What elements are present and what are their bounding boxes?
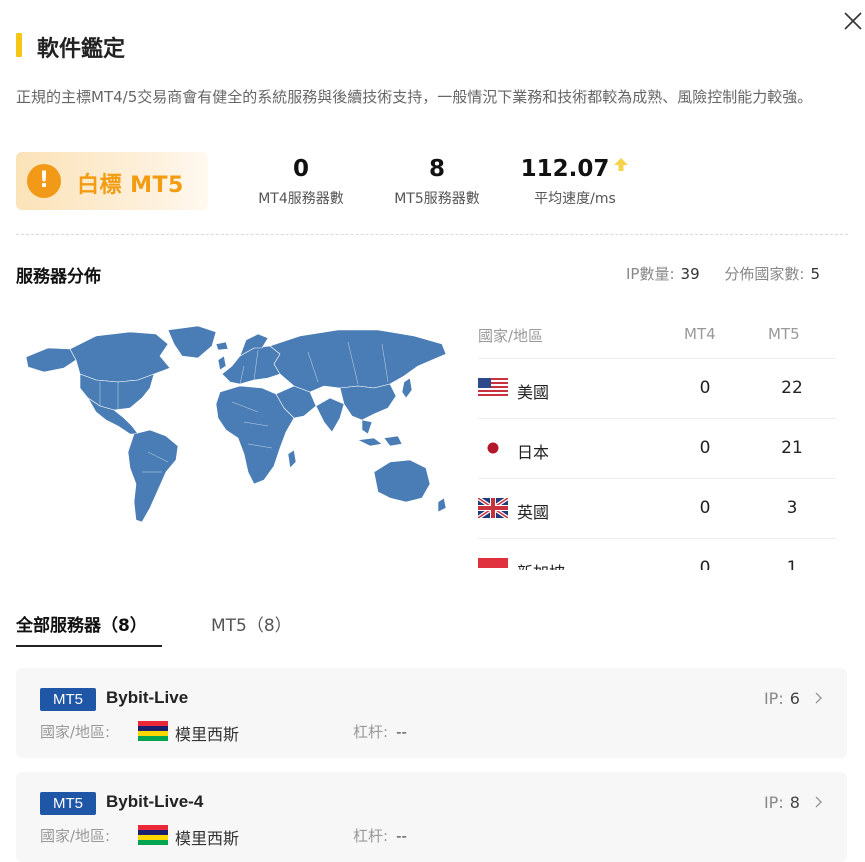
active-tab-indicator	[16, 645, 162, 647]
mt4-count: 0	[699, 438, 711, 458]
col-header-country: 國家/地區	[478, 327, 544, 345]
leverage: 杠杆: --	[353, 721, 407, 742]
stat-value: 8	[428, 156, 445, 182]
country-name: 英國	[517, 503, 550, 522]
stat-avg-speed: 112.07 平均速度/ms	[520, 154, 630, 208]
mu-flag-icon	[138, 721, 168, 741]
chevron-right-icon	[815, 796, 822, 808]
server-card[interactable]: MT5 Bybit-Live-4 IP: 8 國家/地區: 模里西斯 杠杆: --	[16, 772, 847, 862]
leverage-value: --	[396, 723, 407, 741]
mt5-count: 1	[786, 558, 798, 570]
section-title: 服務器分佈	[16, 267, 101, 287]
stat-value: 112.07	[520, 156, 610, 182]
uk-flag-icon	[478, 498, 508, 518]
table-row: 日本 0 21	[478, 418, 830, 478]
table-row: 英國 0 3	[478, 478, 830, 538]
ip-count-label: IP數量:	[626, 265, 675, 283]
country-name: 日本	[517, 443, 550, 462]
sg-flag-icon	[478, 558, 508, 570]
close-icon[interactable]	[842, 10, 864, 32]
country-label: 國家/地區:	[40, 827, 111, 845]
ip-count: 39	[680, 265, 700, 283]
col-header-mt4: MT4	[684, 325, 716, 343]
country-count-label: 分佈國家數:	[724, 265, 805, 283]
chevron-right-icon	[815, 692, 822, 704]
col-header-mt5: MT5	[768, 325, 800, 343]
ip-summary: IP數量: 39 分佈國家數: 5	[626, 263, 820, 284]
server-ip[interactable]: IP: 8	[764, 793, 823, 812]
us-flag-icon	[478, 378, 508, 398]
ip-value: 6	[789, 689, 800, 708]
world-map	[25, 325, 447, 523]
leverage-label: 杠杆:	[353, 827, 389, 845]
stat-label: MT4服務器數	[258, 191, 344, 207]
stat-label: MT5服務器數	[394, 191, 480, 207]
ip-value: 8	[789, 793, 800, 812]
server-card[interactable]: MT5 Bybit-Live IP: 6 國家/地區: 模里西斯 杠杆: --	[16, 668, 847, 758]
leverage: 杠杆: --	[353, 825, 407, 846]
tab-all-servers[interactable]: 全部服務器（8）	[16, 611, 147, 636]
server-name: Bybit-Live-4	[106, 792, 204, 811]
mt5-count: 21	[781, 438, 803, 458]
ip-label: IP:	[763, 793, 784, 812]
mt5-count: 22	[781, 378, 803, 398]
country-name: 新加坡	[517, 559, 565, 570]
divider	[16, 234, 848, 235]
grade-badge: ! 白標 MT5	[16, 152, 208, 210]
mt5-count: 3	[786, 498, 798, 518]
mt4-count: 0	[699, 498, 711, 518]
jp-flag-icon	[478, 438, 508, 458]
mu-flag-icon	[138, 825, 168, 845]
country-value: 模里西斯	[175, 725, 240, 744]
leverage-label: 杠杆:	[353, 723, 389, 741]
description-text: 正規的主標MT4/5交易商會有健全的系統服務與後續技術支持，一般情況下業務和技術…	[16, 88, 813, 106]
mt4-count: 0	[699, 558, 711, 570]
stat-mt4-servers: 0 MT4服務器數	[253, 154, 349, 208]
server-ip[interactable]: IP: 6	[764, 689, 823, 708]
country-count: 5	[810, 265, 821, 283]
table-row: 美國 0 22	[478, 358, 830, 418]
country-table-body[interactable]: 美國 0 22 日本 0 21 英國 0 3 新加坡 0 1	[478, 358, 838, 570]
platform-badge: MT5	[40, 688, 96, 711]
ip-label: IP:	[763, 689, 784, 708]
table-row: 新加坡 0 1	[478, 538, 830, 570]
stat-mt5-servers: 8 MT5服務器數	[389, 154, 485, 208]
leverage-value: --	[396, 827, 407, 845]
country-name: 美國	[517, 383, 550, 402]
country-label: 國家/地區:	[40, 723, 111, 741]
arrow-up-icon	[614, 158, 629, 171]
stat-value: 0	[292, 156, 309, 182]
server-name: Bybit-Live	[106, 688, 189, 707]
platform-badge: MT5	[40, 792, 96, 815]
grade-label: 白標 MT5	[77, 173, 184, 198]
exclamation-icon: !	[27, 164, 61, 198]
page-title: 軟件鑑定	[37, 37, 126, 62]
mt4-count: 0	[699, 378, 711, 398]
tab-mt5[interactable]: MT5（8）	[211, 611, 292, 636]
stat-label: 平均速度/ms	[534, 191, 616, 207]
title-accent-bar	[16, 33, 22, 57]
country-value: 模里西斯	[175, 829, 240, 848]
